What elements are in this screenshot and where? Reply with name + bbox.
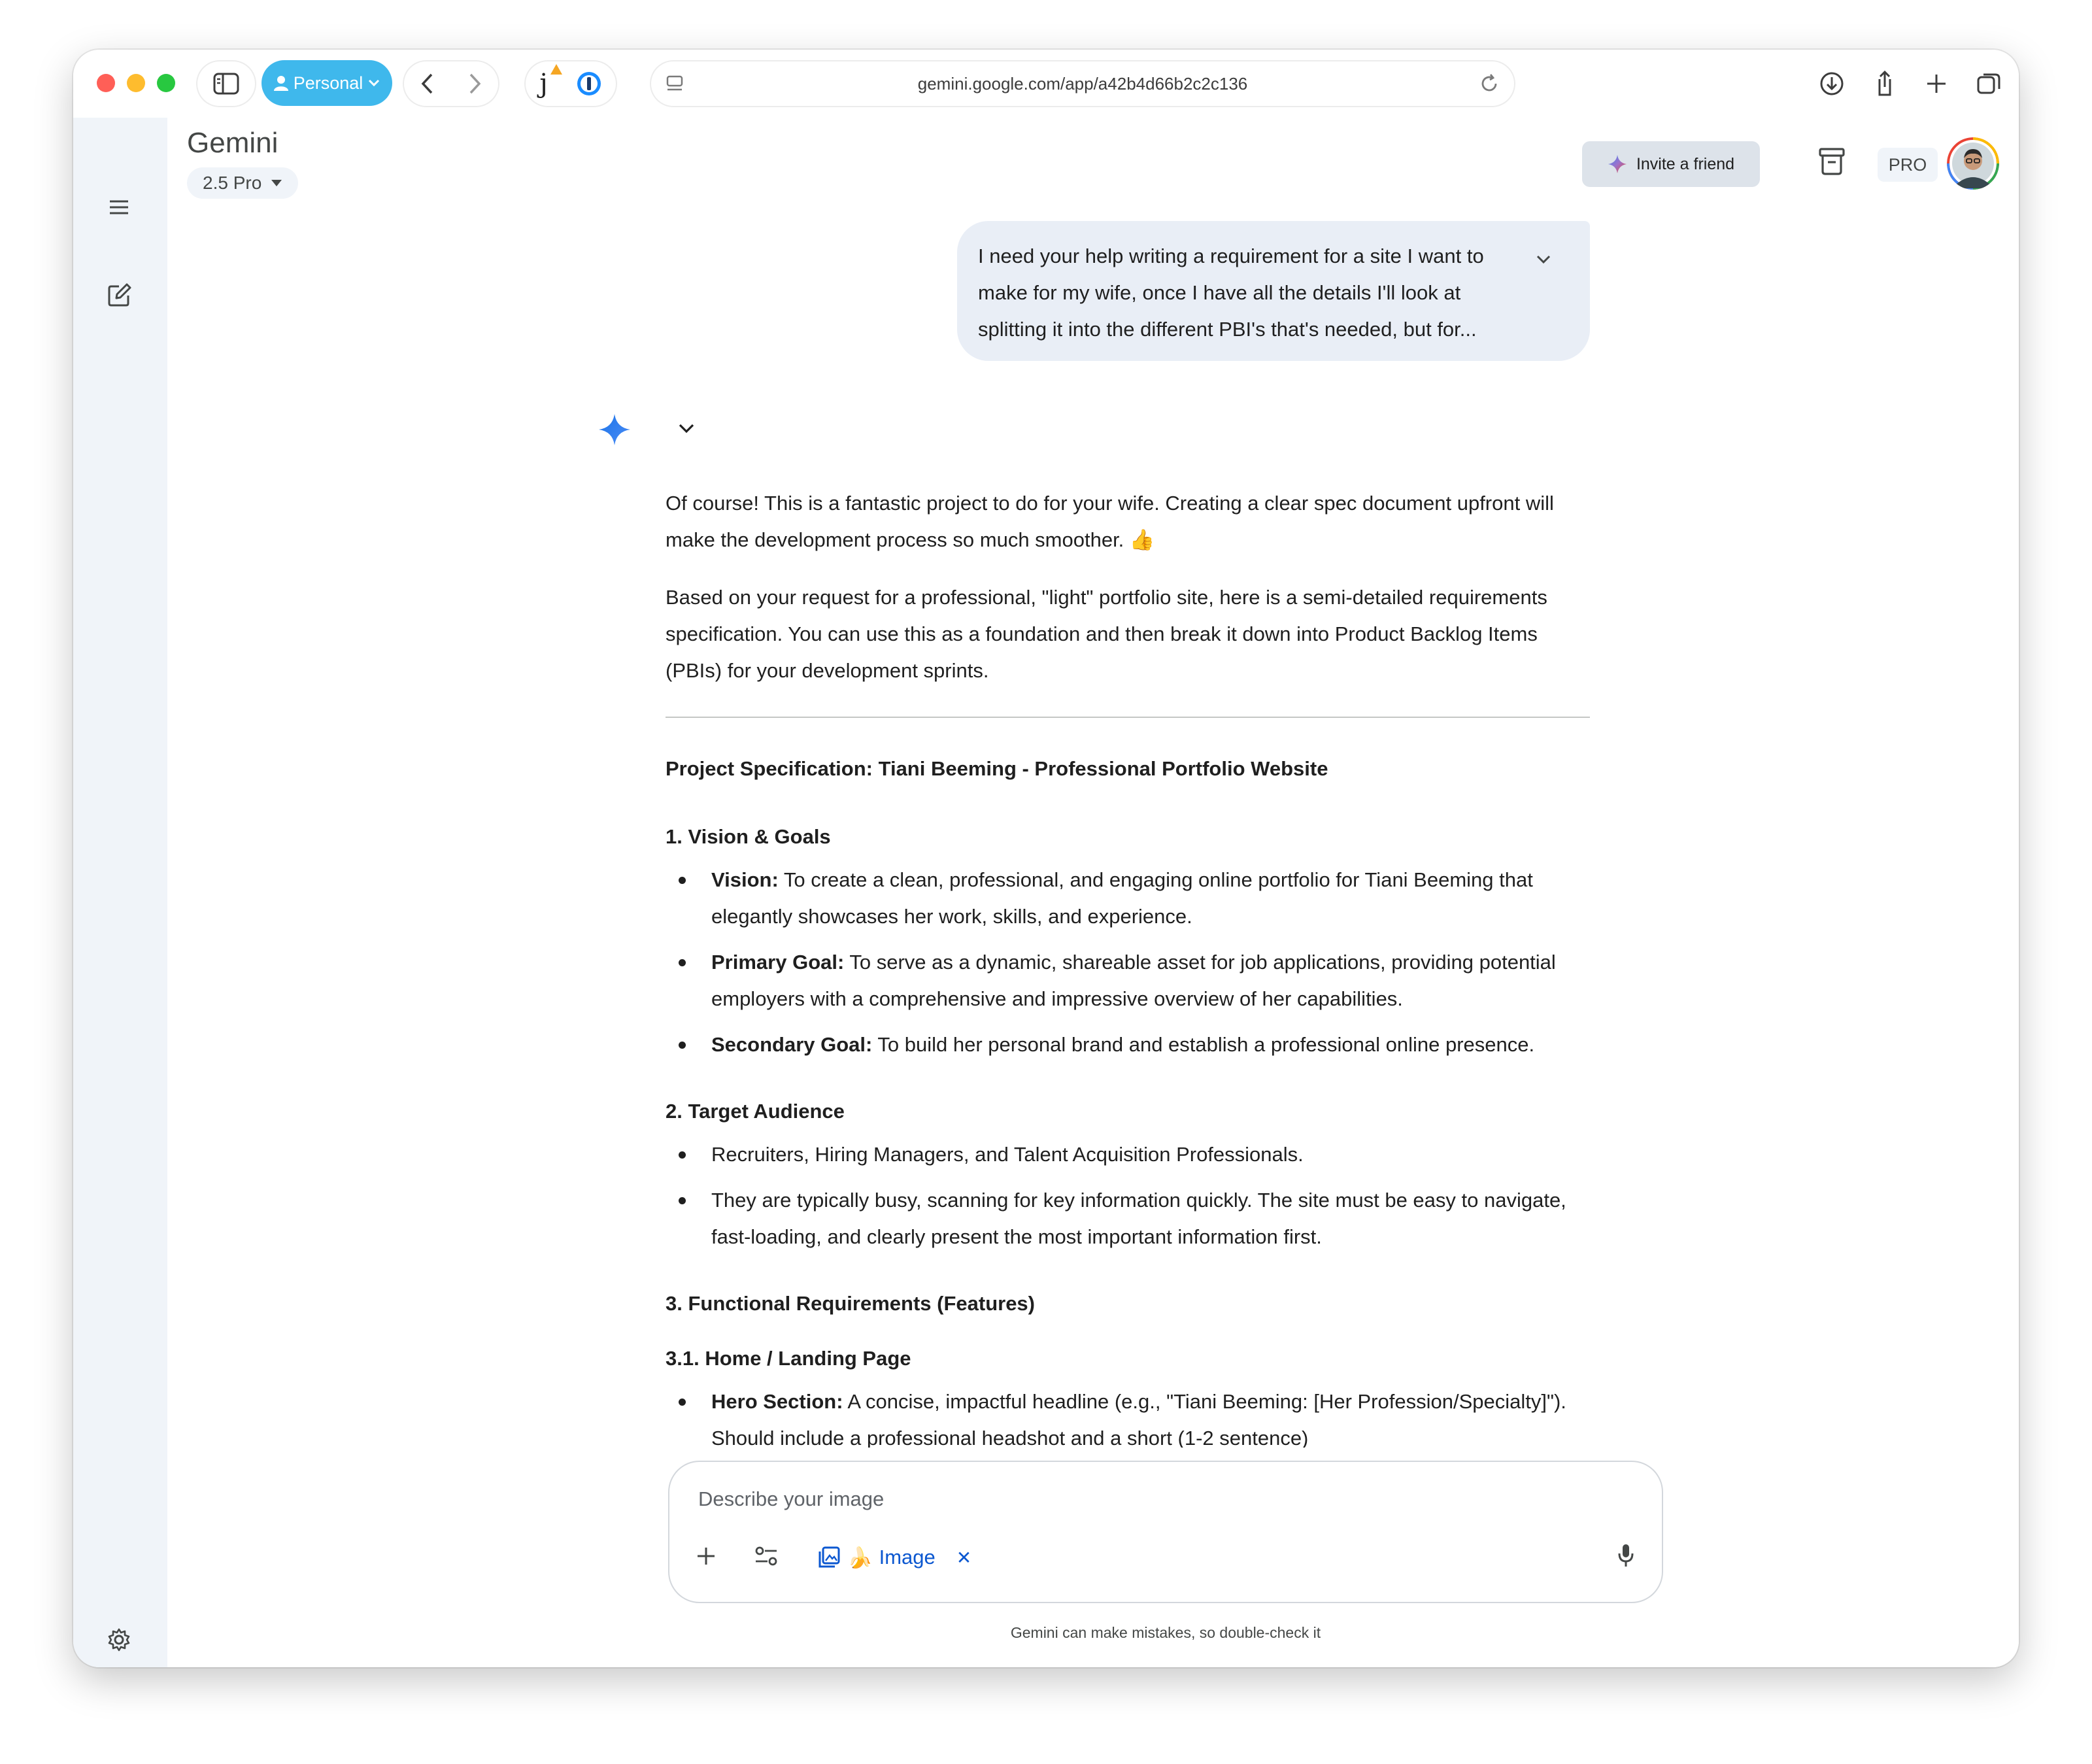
- minimize-window-button[interactable]: [127, 74, 145, 92]
- image-gallery-icon: [818, 1546, 840, 1568]
- zoom-window-button[interactable]: [157, 74, 175, 92]
- url-text: gemini.google.com/app/a42b4d66b2c2c136: [917, 74, 1248, 93]
- spec-title: Project Specification: Tiani Beeming - P…: [666, 757, 1328, 780]
- sidebar-toggle-button[interactable]: [197, 61, 255, 106]
- remove-image-chip-icon[interactable]: ✕: [956, 1547, 971, 1569]
- browser-actions: [1819, 61, 2002, 106]
- model-label: 2.5 Pro: [203, 173, 262, 193]
- close-window-button[interactable]: [97, 74, 115, 92]
- list-item-label: Primary Goal:: [711, 951, 845, 974]
- list-item: Recruiters, Hiring Managers, and Talent …: [666, 1136, 1590, 1173]
- banana-emoji-icon: 🍌: [847, 1546, 873, 1569]
- chevron-down-icon: [369, 79, 380, 87]
- share-icon[interactable]: [1873, 70, 1897, 97]
- download-icon[interactable]: [1819, 71, 1845, 97]
- navigation-buttons: [404, 61, 498, 106]
- show-thinking-chevron-icon[interactable]: [679, 424, 694, 434]
- prompt-input[interactable]: [697, 1480, 1549, 1518]
- expand-message-chevron-icon[interactable]: [1536, 255, 1551, 264]
- section-3-1-heading: 3.1. Home / Landing Page: [666, 1347, 911, 1370]
- tools-icon[interactable]: [754, 1546, 778, 1567]
- settings-gear-icon[interactable]: [107, 1628, 131, 1652]
- address-bar[interactable]: gemini.google.com/app/a42b4d66b2c2c136: [651, 61, 1514, 106]
- tab-overview-icon[interactable]: [1976, 71, 2002, 97]
- section-1-list: Vision: To create a clean, professional,…: [666, 862, 1590, 1063]
- side-rail: [73, 118, 167, 1667]
- back-arrow-icon[interactable]: [420, 73, 435, 95]
- list-item: Hero Section: A concise, impactful headl…: [666, 1383, 1590, 1457]
- forward-arrow-icon[interactable]: [467, 73, 482, 95]
- gemini-response-spark-icon: [599, 414, 630, 445]
- list-item-label: Vision:: [711, 868, 779, 891]
- extension-j-letter: j: [539, 69, 548, 99]
- section-divider: [666, 717, 1590, 718]
- section-2-heading: 2. Target Audience: [666, 1100, 845, 1123]
- user-message-text: I need your help writing a requirement f…: [978, 245, 1484, 341]
- temporary-chat-icon[interactable]: [1817, 146, 1846, 177]
- browser-window: Personal j gemini.google.com/app/a42b4d6…: [73, 50, 2019, 1667]
- disclaimer-text: Gemini can make mistakes, so double-chec…: [1010, 1624, 1321, 1641]
- list-item-text: They are typically busy, scanning for ke…: [711, 1189, 1566, 1248]
- app-title: Gemini: [187, 127, 278, 159]
- section-3-heading: 3. Functional Requirements (Features): [666, 1292, 1035, 1315]
- list-item-text: To build her personal brand and establis…: [872, 1033, 1535, 1056]
- reload-icon[interactable]: [1479, 73, 1500, 94]
- extension-j-icon[interactable]: j: [539, 64, 563, 99]
- microphone-icon[interactable]: [1617, 1543, 1634, 1568]
- list-item: Secondary Goal: To build her personal br…: [666, 1026, 1590, 1063]
- response-intro-1: Of course! This is a fantastic project t…: [666, 492, 1554, 551]
- list-item: They are typically busy, scanning for ke…: [666, 1182, 1590, 1255]
- user-message-bubble: I need your help writing a requirement f…: [957, 221, 1590, 361]
- new-tab-plus-icon[interactable]: [1925, 73, 1948, 95]
- section-1-heading: 1. Vision & Goals: [666, 825, 831, 848]
- gemini-response: Of course! This is a fantastic project t…: [666, 485, 1590, 1457]
- extensions-group: j: [526, 61, 616, 106]
- warning-icon: [550, 64, 563, 75]
- profile-switcher-button[interactable]: Personal: [262, 60, 392, 106]
- prompt-composer: 🍌 Image ✕: [669, 1462, 1662, 1602]
- person-icon: [273, 76, 288, 91]
- list-item-label: Secondary Goal:: [711, 1033, 873, 1056]
- section-3-list: Hero Section: A concise, impactful headl…: [666, 1383, 1590, 1457]
- model-selector-button[interactable]: 2.5 Pro: [187, 167, 299, 199]
- list-item-text: Recruiters, Hiring Managers, and Talent …: [711, 1143, 1304, 1166]
- list-item-label: Hero Section:: [711, 1390, 843, 1413]
- caret-down-icon: [271, 180, 282, 186]
- new-chat-icon[interactable]: [107, 282, 132, 307]
- section-2-list: Recruiters, Hiring Managers, and Talent …: [666, 1136, 1590, 1255]
- password-manager-icon[interactable]: [576, 71, 602, 97]
- add-attachment-plus-icon[interactable]: [696, 1546, 717, 1567]
- user-avatar[interactable]: [1947, 137, 1999, 190]
- gemini-spark-icon: [1608, 155, 1627, 173]
- image-chip-label: Image: [879, 1546, 936, 1569]
- list-item: Primary Goal: To serve as a dynamic, sha…: [666, 944, 1590, 1017]
- list-item-text: To create a clean, professional, and eng…: [711, 868, 1533, 928]
- response-intro-2: Based on your request for a professional…: [666, 586, 1547, 682]
- invite-friend-button[interactable]: Invite a friend: [1582, 141, 1760, 187]
- invite-label: Invite a friend: [1636, 154, 1735, 173]
- image-tool-chip[interactable]: 🍌 Image ✕: [817, 1539, 971, 1576]
- sidebar-icon: [213, 73, 239, 95]
- main-menu-icon[interactable]: [107, 197, 131, 217]
- profile-label: Personal: [293, 73, 363, 93]
- pro-badge: PRO: [1878, 148, 1938, 182]
- list-item: Vision: To create a clean, professional,…: [666, 862, 1590, 935]
- browser-toolbar: Personal j gemini.google.com/app/a42b4d6…: [73, 50, 2019, 118]
